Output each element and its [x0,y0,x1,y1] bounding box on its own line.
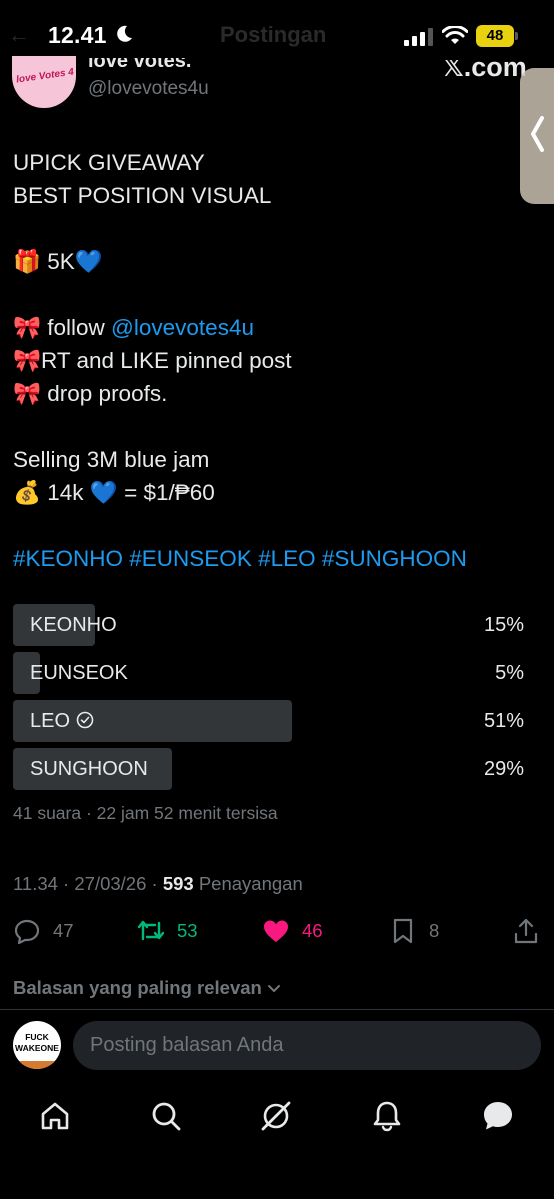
repost-count: 53 [177,920,198,941]
poll-meta: 41 suara · 22 jam 52 menit tersisa [13,803,278,823]
notifications-icon[interactable] [370,1099,404,1133]
avatar-logo-text: love Votes 4 u [15,65,76,86]
reply-input[interactable] [73,1021,541,1070]
bookmark-count: 8 [429,920,440,941]
poll-option: KEONHO 15% [13,604,539,646]
tweet-text: UPICK GIVEAWAY BEST POSITION VISUAL 🎁 5K… [13,146,533,575]
author-display-name[interactable]: love votes. [88,58,191,72]
poll-option-label: KEONHO [30,614,117,636]
poll-option-percent: 5% [495,662,524,684]
divider [0,1009,554,1010]
poll-option: SUNGHOON 29% [13,748,539,790]
poll-option: EUNSEOK 5% [13,652,539,694]
search-icon[interactable] [149,1099,183,1133]
poll-option-percent: 51% [483,710,524,732]
messages-icon[interactable] [481,1099,515,1133]
tweet-line: UPICK GIVEAWAY [13,150,205,175]
repost-icon [137,920,165,941]
signal-icon [404,28,433,46]
author-handle[interactable]: @lovevotes4u [88,78,209,100]
user-avatar[interactable]: FUCK WAKEONE [13,1021,61,1069]
reply-count: 47 [53,920,74,941]
chevron-down-icon [267,985,280,992]
wifi-icon [442,26,468,44]
grok-icon[interactable] [259,1099,293,1133]
hashtags[interactable]: #KEONHO #EUNSEOK #LEO #SUNGHOON [13,542,533,575]
poll-option: LEO 51% [13,700,539,742]
ghost-back-arrow: ← [8,22,30,47]
mention-link[interactable]: @lovevotes4u [111,315,254,340]
check-circle-icon [76,711,94,729]
poll-option-label: LEO [30,700,94,742]
price-line: 💰 14k 💙 = $1/₱60 [13,480,215,505]
bookmark-button[interactable]: 8 [389,916,439,946]
poll-option-percent: 15% [483,614,524,636]
ghost-page-title: Postingan [220,22,327,47]
share-icon [514,918,538,944]
reply-button[interactable]: 47 [13,916,74,946]
tweet-line: BEST POSITION VISUAL [13,183,272,208]
like-button[interactable]: 46 [262,916,323,946]
bookmark-icon [393,918,413,944]
poll-option-label: EUNSEOK [30,662,128,684]
author-avatar[interactable]: love Votes 4 u [12,56,76,108]
step-rt-like: 🎀RT and LIKE pinned post [13,348,292,373]
repost-button[interactable]: 53 [137,916,198,946]
moon-icon [117,25,132,42]
battery-indicator: 48 [476,25,514,47]
replies-sort-label: Balasan yang paling relevan [13,977,262,998]
blue-heart-emoji: 💙 [74,249,103,274]
status-time: 12.41 [48,22,107,48]
poll-option-percent: 29% [483,758,524,780]
home-icon[interactable] [38,1099,72,1133]
selling-line: Selling 3M blue jam [13,447,210,472]
like-count: 46 [302,920,323,941]
replies-sort-dropdown[interactable]: Balasan yang paling relevan [13,977,282,999]
poll-option-label: SUNGHOON [30,758,148,780]
share-button[interactable] [512,916,552,946]
step-drop-proofs: 🎀 drop proofs. [13,381,168,406]
post-timestamp: 11.34 · 27/03/26 · 593 Penayangan [13,873,303,894]
x-brand-logo: 𝕏.com [442,52,527,82]
step-follow: 🎀 follow @lovevotes4u [13,315,254,340]
battery-tip [515,32,518,40]
prize-line: 🎁 5K💙 [13,249,103,274]
view-count: 593 [162,873,194,894]
heart-icon [264,920,288,942]
reply-icon [14,919,40,945]
user-avatar-text: FUCK WAKEONE [15,1032,59,1053]
